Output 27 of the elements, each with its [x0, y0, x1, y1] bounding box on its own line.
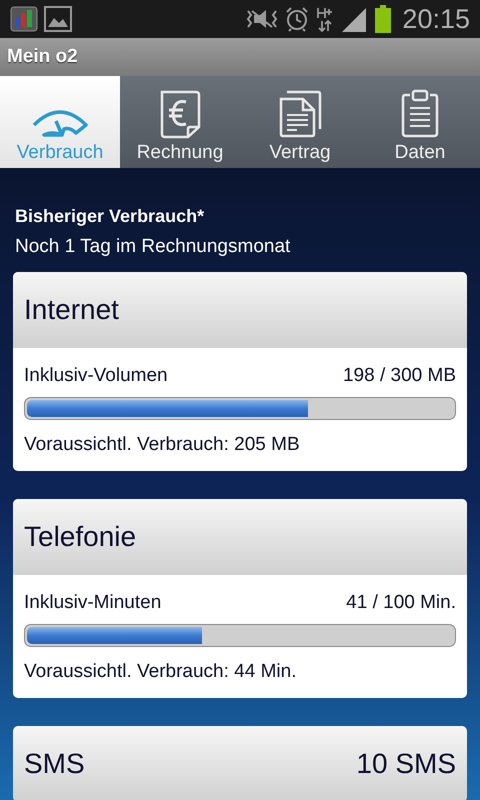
mute-vibrate-icon: [246, 7, 278, 31]
usage-reading: 41 / 100 Min.: [346, 591, 456, 615]
documents-icon: [277, 89, 323, 139]
tab[interactable]: Vertrag: [240, 76, 360, 168]
card-title: SMS: [24, 747, 85, 781]
card-value: 10 SMS: [356, 747, 456, 781]
usage-reading: 198 / 300 MB: [342, 364, 456, 388]
card-title: Telefonie: [24, 520, 136, 554]
euro-document-icon: [158, 89, 202, 139]
data-hplus-icon: [316, 6, 334, 32]
usage-label: Inklusiv-Minuten: [24, 591, 162, 615]
status-time: 20:15: [402, 6, 470, 32]
usage-forecast: Voraussichtl. Verbrauch: 44 Min.: [24, 660, 298, 684]
usage-forecast: Voraussichtl. Verbrauch: 205 MB: [24, 433, 301, 457]
clipboard-icon: [400, 89, 440, 139]
app-title: Mein o2: [7, 44, 78, 69]
section-subheading: Noch 1 Tag im Rechnungsmonat: [14, 235, 292, 259]
card-title: Internet: [24, 293, 119, 327]
chart-app-icon: [10, 6, 38, 32]
usage-label: Inklusiv-Volumen: [24, 364, 168, 388]
signal-icon: [340, 6, 368, 32]
tab[interactable]: Daten: [360, 76, 480, 168]
alarm-icon: [284, 6, 310, 32]
section-heading: Bisheriger Verbrauch*: [14, 205, 206, 228]
battery-icon: [374, 5, 392, 33]
image-icon: [44, 6, 72, 32]
tab[interactable]: Rechnung: [120, 76, 240, 168]
